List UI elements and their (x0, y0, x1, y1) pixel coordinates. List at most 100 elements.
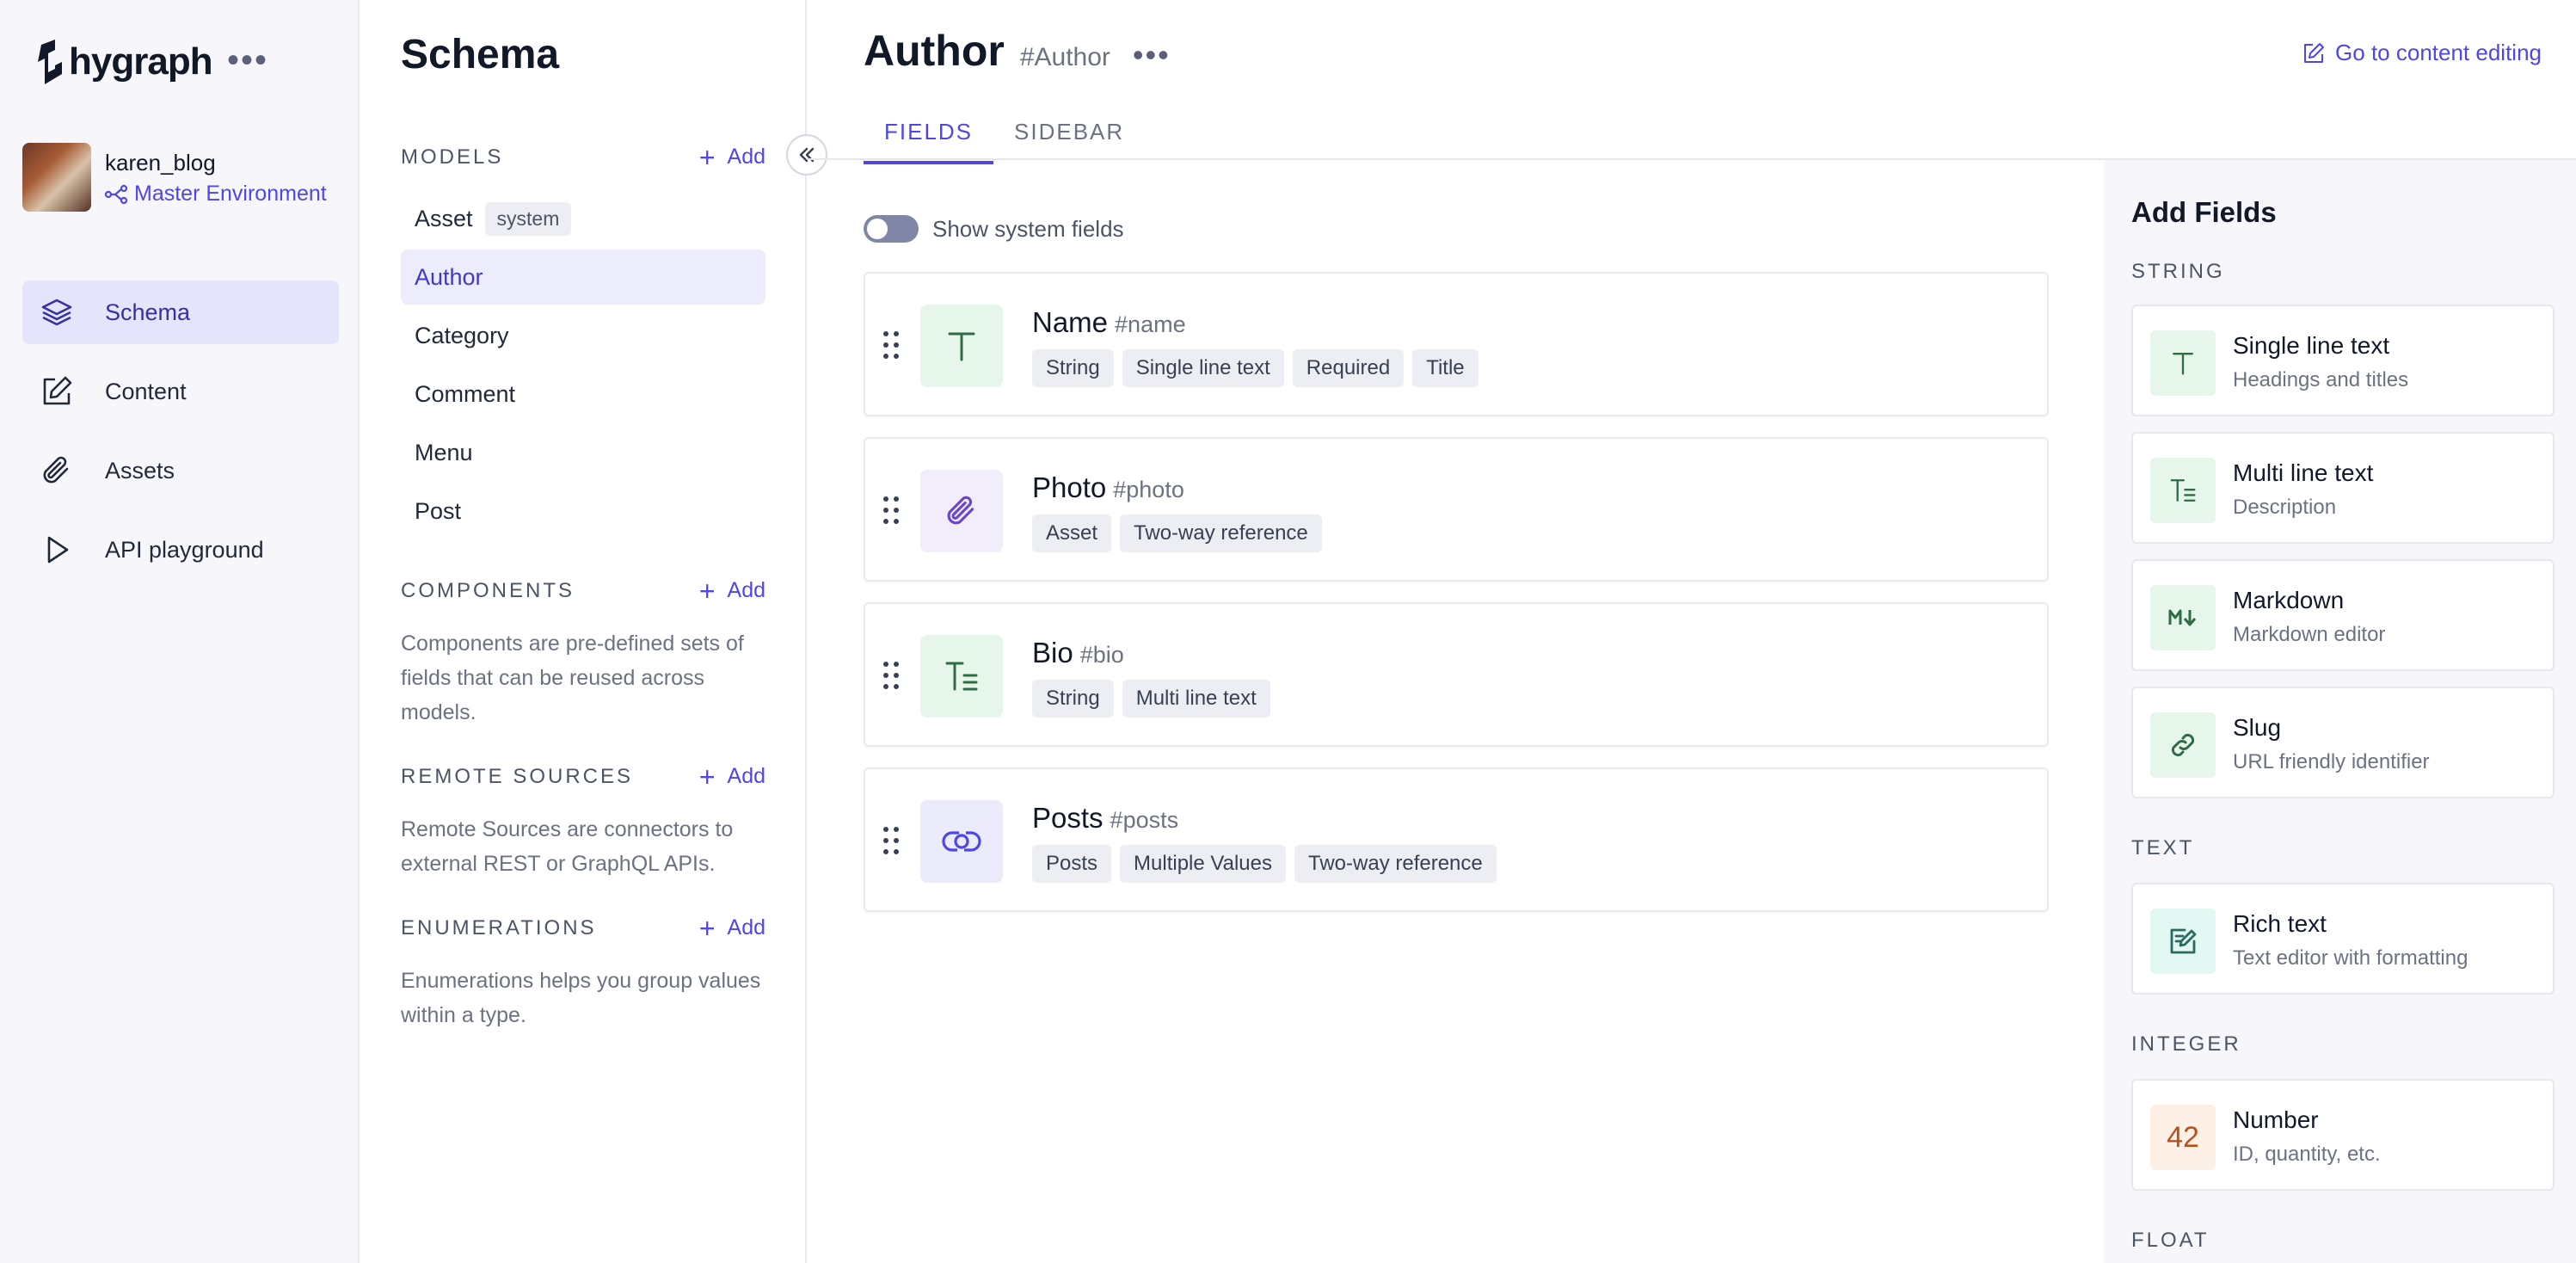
tab-sidebar[interactable]: SIDEBAR (993, 112, 1145, 164)
field-api-id: #bio (1079, 642, 1124, 668)
nav-item-api-playground[interactable]: API playground (22, 518, 339, 582)
drag-handle-icon[interactable] (882, 496, 900, 525)
field-tag: Multiple Values (1120, 845, 1286, 883)
field-api-id: #photo (1113, 477, 1184, 502)
field-tag: Multi line text (1122, 680, 1270, 718)
multiline-text-icon (920, 635, 1003, 718)
category-float-label: FLOAT (2131, 1229, 2210, 1252)
field-type-single-line-text[interactable]: Single line text Headings and titles (2131, 305, 2554, 416)
field-type-name: Slug (2233, 714, 2282, 741)
project-thumbnail (22, 143, 91, 212)
plus-icon: + (698, 141, 716, 173)
field-name: Bio (1032, 637, 1073, 668)
nav-label-content: Content (105, 378, 187, 404)
add-model-button[interactable]: + Add (698, 141, 765, 173)
field-api-id: #posts (1110, 807, 1179, 833)
category-text-label: TEXT (2131, 836, 2195, 859)
edit-icon (2304, 42, 2325, 63)
model-tabs: FIELDS SIDEBAR (864, 112, 1145, 164)
hygraph-logo-icon (38, 40, 62, 84)
add-fields-title: Add Fields (2131, 196, 2277, 228)
category-integer-label: INTEGER (2131, 1032, 2241, 1056)
add-component-button[interactable]: + Add (699, 577, 765, 605)
field-tag: String (1032, 680, 1114, 718)
environment-link[interactable]: Master Environment (105, 182, 327, 206)
nav-item-assets[interactable]: Assets (22, 439, 339, 502)
model-item-asset[interactable]: Asset system (401, 191, 765, 246)
tab-fields[interactable]: FIELDS (864, 112, 994, 164)
text-icon (920, 305, 1003, 387)
more-options-icon[interactable]: ••• (227, 43, 268, 77)
nav-item-content[interactable]: Content (22, 360, 339, 423)
field-tag: Two-way reference (1120, 514, 1322, 552)
drag-handle-icon[interactable] (882, 661, 900, 690)
field-card-name[interactable]: Name #name String Single line text Requi… (864, 272, 2049, 416)
field-tag: Asset (1032, 514, 1112, 552)
category-string-label: STRING (2131, 260, 2225, 283)
plus-icon: + (698, 761, 716, 792)
project-name: karen_blog (105, 150, 216, 176)
model-item-category[interactable]: Category (401, 308, 765, 363)
field-api-id: #name (1115, 311, 1186, 337)
nav-label-api-playground: API playground (105, 536, 264, 563)
model-api-id: #Author (1019, 43, 1110, 71)
drag-handle-icon[interactable] (882, 330, 900, 360)
components-label: COMPONENTS (401, 578, 575, 602)
model-item-author[interactable]: Author (401, 250, 765, 305)
field-tag: String (1032, 349, 1114, 387)
add-enumeration-button[interactable]: + Add (699, 915, 765, 942)
field-type-number[interactable]: 42 Number ID, quantity, etc. (2131, 1079, 2554, 1191)
field-type-description: Description (2233, 496, 2337, 519)
field-type-name: Number (2233, 1106, 2319, 1133)
double-chevron-left-icon (799, 147, 815, 163)
field-tag: Posts (1032, 845, 1112, 883)
model-options-icon[interactable]: ••• (1133, 37, 1171, 73)
field-name: Name (1032, 306, 1109, 338)
markdown-icon (2150, 585, 2216, 650)
hygraph-logo[interactable]: hygraph (36, 40, 213, 84)
paperclip-icon (38, 452, 76, 490)
field-type-description: URL friendly identifier (2233, 750, 2430, 773)
add-remote-source-button[interactable]: + Add (698, 761, 765, 792)
go-to-content-editing-link[interactable]: Go to content editing (2302, 40, 2542, 66)
main-nav: hygraph ••• karen_blog Master Environmen… (0, 0, 360, 1263)
paperclip-icon (920, 470, 1003, 552)
model-item-menu[interactable]: Menu (401, 425, 765, 480)
system-fields-toggle-row: Show system fields (864, 215, 1124, 243)
field-tag: Required (1292, 349, 1405, 387)
field-type-multi-line-text[interactable]: Multi line text Description (2131, 432, 2554, 544)
field-name: Posts (1032, 802, 1104, 834)
nav-item-schema[interactable]: Schema (22, 280, 339, 344)
link-icon (2150, 712, 2216, 778)
field-type-name: Single line text (2233, 332, 2390, 359)
nav-label-assets: Assets (105, 457, 175, 484)
field-type-description: Markdown editor (2233, 623, 2386, 646)
field-type-description: ID, quantity, etc. (2233, 1143, 2381, 1166)
model-header: Author #Author ••• (864, 26, 1171, 76)
field-card-photo[interactable]: Photo #photo Asset Two-way reference (864, 437, 2049, 582)
show-system-fields-toggle[interactable] (864, 215, 919, 243)
field-card-posts[interactable]: Posts #posts Posts Multiple Values Two-w… (864, 767, 2049, 912)
model-title: Author (864, 27, 1005, 75)
models-header: MODELS + Add (401, 141, 765, 173)
field-type-name: Multi line text (2233, 459, 2374, 486)
field-list: Name #name String Single line text Requi… (864, 272, 2049, 933)
link-icon (920, 800, 1003, 883)
remote-sources-header: REMOTE SOURCES + Add (401, 761, 765, 792)
toggle-label: Show system fields (932, 215, 1124, 242)
logo-text: hygraph (69, 40, 213, 83)
rich-text-icon (2150, 909, 2216, 974)
drag-handle-icon[interactable] (882, 826, 900, 855)
field-type-slug[interactable]: Slug URL friendly identifier (2131, 687, 2554, 798)
model-item-comment[interactable]: Comment (401, 367, 765, 422)
field-type-rich-text[interactable]: Rich text Text editor with formatting (2131, 883, 2554, 995)
project-switcher[interactable]: karen_blog Master Environment (22, 143, 327, 212)
field-type-markdown[interactable]: Markdown Markdown editor (2131, 559, 2554, 671)
components-description: Components are pre-defined sets of field… (401, 632, 744, 724)
collapse-sidebar-button[interactable] (786, 134, 827, 176)
model-item-post[interactable]: Post (401, 484, 765, 539)
field-card-bio[interactable]: Bio #bio String Multi line text (864, 602, 2049, 747)
field-type-name: Rich text (2233, 910, 2327, 937)
add-fields-panel: Add Fields STRING Single line text Headi… (2104, 160, 2576, 1263)
text-icon (2150, 330, 2216, 396)
